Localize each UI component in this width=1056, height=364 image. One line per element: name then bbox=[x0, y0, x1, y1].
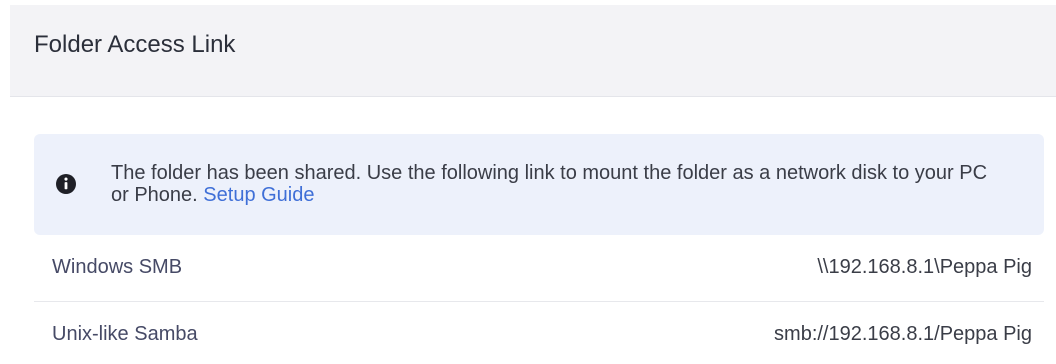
table-row: Windows SMB \\192.168.8.1\Peppa Pig bbox=[34, 235, 1044, 302]
folder-access-link-panel: Folder Access Link The folder has been s… bbox=[0, 0, 1056, 364]
info-alert: The folder has been shared. Use the foll… bbox=[34, 134, 1044, 235]
link-label-unix-samba: Unix-like Samba bbox=[52, 323, 198, 345]
table-row: Unix-like Samba smb://192.168.8.1/Peppa … bbox=[34, 302, 1044, 364]
link-value-windows-smb[interactable]: \\192.168.8.1\Peppa Pig bbox=[817, 255, 1032, 279]
info-icon bbox=[56, 174, 76, 194]
panel-content: The folder has been shared. Use the foll… bbox=[34, 134, 1044, 364]
link-value-unix-samba[interactable]: smb://192.168.8.1/Peppa Pig bbox=[774, 322, 1032, 346]
panel-header: Folder Access Link bbox=[10, 5, 1056, 97]
page-title: Folder Access Link bbox=[34, 31, 236, 58]
setup-guide-link[interactable]: Setup Guide bbox=[203, 184, 314, 206]
link-label-windows-smb: Windows SMB bbox=[52, 256, 183, 278]
alert-message: The folder has been shared. Use the foll… bbox=[111, 162, 991, 206]
